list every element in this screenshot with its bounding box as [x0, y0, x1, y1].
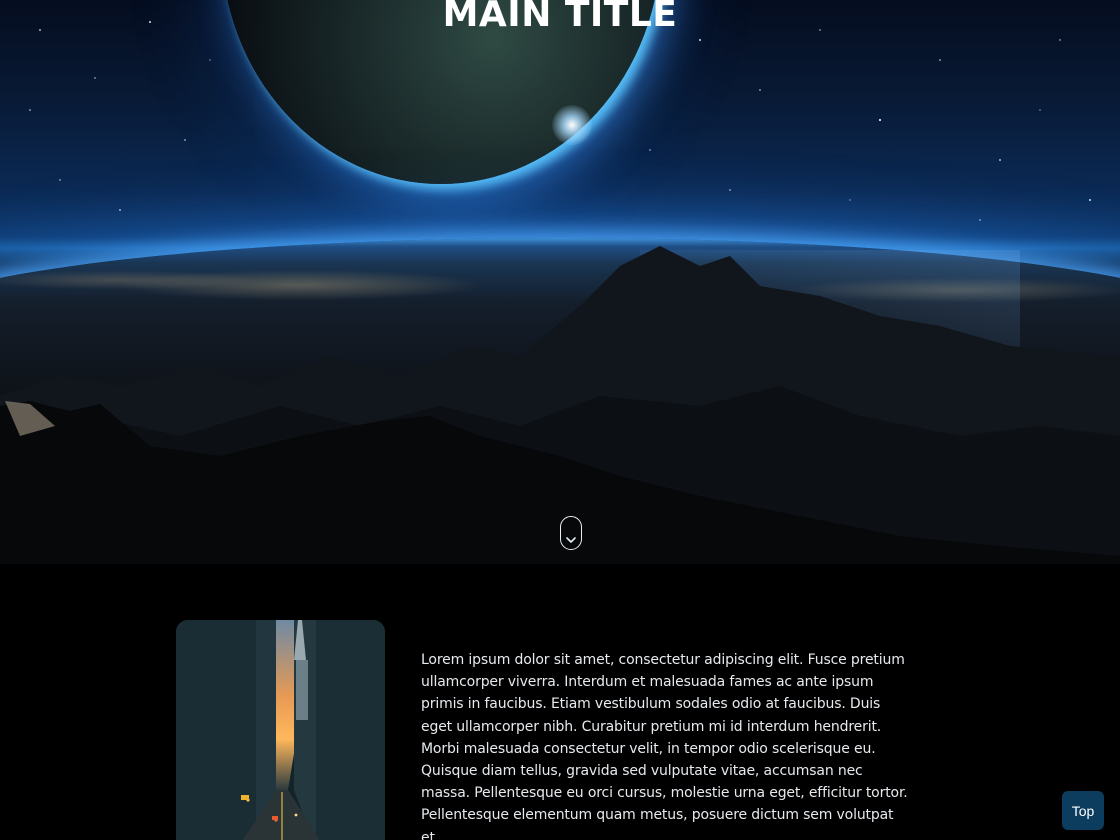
content-paragraph: Lorem ipsum dolor sit amet, consectetur … [421, 652, 908, 840]
mountain-range [0, 246, 1120, 564]
chevron-down-icon [566, 537, 576, 543]
main-title: MAIN TITLE [442, 0, 678, 35]
back-to-top-button[interactable]: Top [1062, 791, 1104, 830]
hero-section: MAIN TITLE [0, 0, 1120, 564]
light-flare [552, 105, 592, 145]
scroll-down-button[interactable] [560, 516, 582, 550]
city-street-image [176, 620, 385, 840]
